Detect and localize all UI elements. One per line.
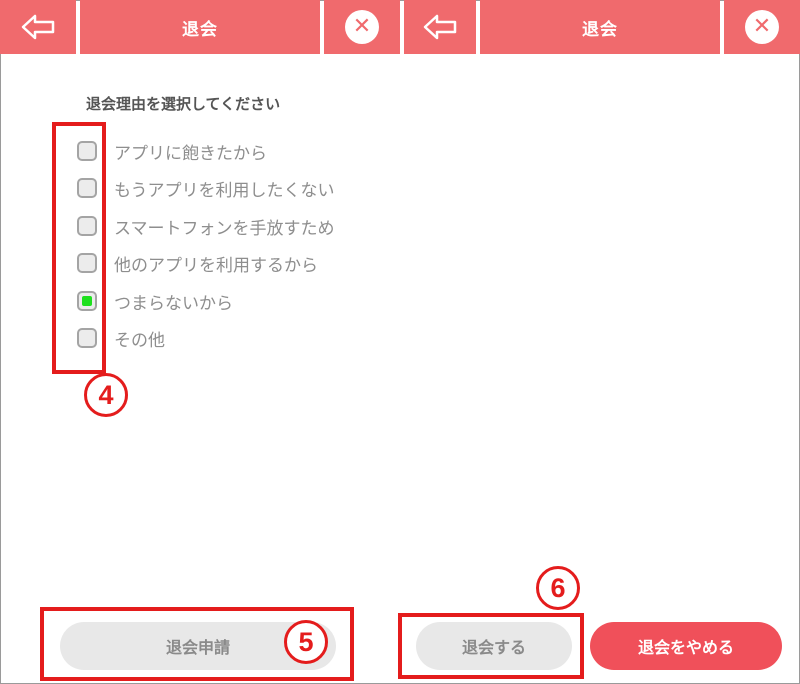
annotation-box-6 xyxy=(398,613,584,679)
back-button[interactable] xyxy=(0,0,76,54)
reason-option[interactable]: 他のアプリを利用するから xyxy=(74,248,318,278)
arrow-left-icon xyxy=(21,14,55,40)
annotation-number-5: 5 xyxy=(284,620,328,664)
close-button[interactable]: ✕ xyxy=(324,0,400,54)
option-label: もうアプリを利用したくない xyxy=(114,180,335,201)
option-label: その他 xyxy=(114,330,165,351)
close-circle-icon: ✕ xyxy=(745,10,779,44)
option-label: 他のアプリを利用するから xyxy=(114,255,318,276)
reason-option[interactable]: もうアプリを利用したくない xyxy=(74,173,335,203)
page-title: 退会 xyxy=(182,19,218,40)
header-bar: 退会 ✕ 退会 ✕ xyxy=(0,0,800,54)
option-label: アプリに飽きたから xyxy=(114,143,267,164)
title-bar-left: 退会 xyxy=(80,0,320,54)
annotation-number-4: 4 xyxy=(84,373,128,417)
arrow-left-icon xyxy=(423,14,457,40)
reason-prompt: 退会理由を選択してください xyxy=(86,95,281,113)
title-bar-right: 退会 xyxy=(480,0,720,54)
option-label: つまらないから xyxy=(114,293,233,314)
page-title-2: 退会 xyxy=(582,19,618,40)
annotation-number-6: 6 xyxy=(536,566,580,610)
close-circle-icon: ✕ xyxy=(345,10,379,44)
reason-option[interactable]: スマートフォンを手放すため xyxy=(74,211,335,241)
back-button-2[interactable] xyxy=(404,0,476,54)
option-label: スマートフォンを手放すため xyxy=(114,218,335,239)
cancel-withdraw-button[interactable]: 退会をやめる xyxy=(590,622,782,670)
close-button-2[interactable]: ✕ xyxy=(724,0,800,54)
annotation-box-4 xyxy=(52,122,106,374)
